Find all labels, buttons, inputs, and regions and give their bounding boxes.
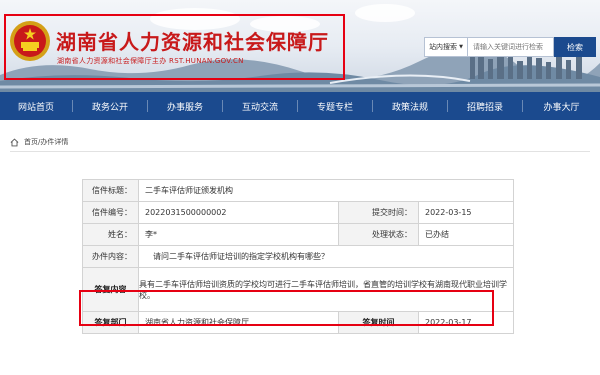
nav-item-gov-affairs[interactable]: 政务公开: [73, 100, 147, 113]
nav-item-recruitment[interactable]: 招聘招录: [448, 100, 522, 113]
table-row: 姓名： 李* 处理状态： 已办结: [82, 223, 514, 246]
chevron-down-icon: ▼: [459, 44, 463, 50]
submit-time-label: 提交时间：: [338, 201, 419, 224]
breadcrumb: 首页/办件详情: [10, 136, 590, 152]
table-row: 办件内容： 请问二手车评估师证培训的指定学校机构有哪些？: [82, 245, 514, 268]
title-value: 二手车评估师证颁发机构: [138, 179, 514, 202]
status-label: 处理状态：: [338, 223, 419, 246]
page: 湖南省人力资源和社会保障厅 湖南省人力资源和社会保障厅主办 RST.HUNAN.…: [0, 0, 600, 375]
title-label: 信件标题：: [82, 179, 139, 202]
name-value: 李*: [138, 223, 339, 246]
table-row: 信件标题： 二手车评估师证颁发机构: [82, 179, 514, 202]
table-row: 信件编号： 2022031500000002 提交时间： 2022-03-15: [82, 201, 514, 224]
content-label: 办件内容：: [82, 245, 139, 268]
nav-item-services[interactable]: 办事服务: [148, 100, 222, 113]
content-value: 请问二手车评估师证培训的指定学校机构有哪些？: [138, 245, 514, 268]
search-scope-select[interactable]: 站内搜索 ▼: [424, 37, 468, 57]
annotation-highlight-answer: [79, 290, 494, 326]
annotation-highlight-header: [4, 14, 345, 80]
search-input[interactable]: [468, 37, 554, 57]
status-value: 已办结: [418, 223, 514, 246]
nav-item-topics[interactable]: 专题专栏: [298, 100, 372, 113]
nav-item-home[interactable]: 网站首页: [0, 100, 72, 113]
breadcrumb-text[interactable]: 首页/办件详情: [24, 137, 68, 147]
nav-item-policies[interactable]: 政策法规: [373, 100, 447, 113]
search-button[interactable]: 检索: [554, 37, 596, 57]
site-header: 湖南省人力资源和社会保障厅 湖南省人力资源和社会保障厅主办 RST.HUNAN.…: [0, 0, 600, 92]
site-search: 站内搜索 ▼ 检索: [424, 37, 596, 57]
submit-time-value: 2022-03-15: [418, 201, 514, 224]
main-nav: 网站首页 政务公开 办事服务 互动交流 专题专栏 政策法规 招聘招录 办事大厅: [0, 92, 600, 120]
home-icon[interactable]: [10, 137, 19, 147]
number-label: 信件编号：: [82, 201, 139, 224]
nav-item-interaction[interactable]: 互动交流: [223, 100, 297, 113]
nav-item-service-hall[interactable]: 办事大厅: [523, 100, 600, 113]
name-label: 姓名：: [82, 223, 139, 246]
search-scope-label: 站内搜索: [429, 43, 458, 51]
number-value: 2022031500000002: [138, 201, 339, 224]
